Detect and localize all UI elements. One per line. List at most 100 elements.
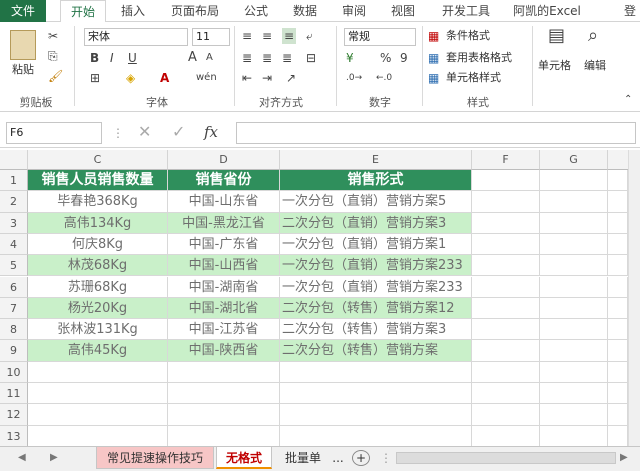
tab-page-layout[interactable]: 页面布局 (162, 0, 228, 22)
grid-cell[interactable] (608, 319, 628, 341)
table-format-button[interactable]: 套用表格格式 (446, 50, 512, 66)
grid-cell[interactable] (540, 383, 608, 405)
grid-cell[interactable] (168, 404, 280, 426)
data-cell[interactable]: 苏珊68Kg (28, 276, 168, 298)
grid-cell[interactable] (608, 383, 628, 405)
sheet-more-button[interactable]: ... (328, 447, 348, 469)
row-header[interactable]: 12 (0, 404, 28, 426)
align-center-icon[interactable]: ≣ (262, 50, 272, 66)
decrease-indent-icon[interactable]: ⇤ (242, 70, 252, 86)
column-header-c[interactable]: C (28, 150, 168, 170)
grid-cell[interactable] (280, 383, 472, 405)
grid-cell[interactable] (472, 383, 540, 405)
grid-cell[interactable] (168, 361, 280, 383)
add-sheet-button[interactable]: + (352, 450, 370, 466)
data-cell[interactable]: 张林波131Kg (28, 319, 168, 341)
grid-cell[interactable] (472, 191, 540, 213)
border-icon[interactable]: ⊞ (90, 70, 100, 86)
select-all-corner[interactable] (0, 150, 28, 170)
conditional-format-button[interactable]: 条件格式 (446, 28, 490, 44)
row-header[interactable]: 8 (0, 319, 28, 341)
data-cell[interactable]: 二次分包（转售）营销方案 (280, 340, 472, 362)
row-header[interactable]: 5 (0, 255, 28, 277)
grid-cell[interactable] (540, 233, 608, 256)
grid-cell[interactable] (472, 425, 540, 446)
tab-developer[interactable]: 开发工具 (434, 0, 498, 22)
wrap-text-icon[interactable]: ⤶ (306, 28, 313, 44)
grid-cell[interactable] (472, 212, 540, 234)
grid-cell[interactable] (540, 425, 608, 446)
grid-cell[interactable] (28, 404, 168, 426)
grid-cell[interactable] (608, 255, 628, 277)
sheet-tab-2[interactable]: 无格式 (216, 447, 272, 469)
copy-icon[interactable]: ⎘ (48, 48, 58, 64)
data-cell[interactable]: 中国-山东省 (168, 191, 280, 213)
underline-button[interactable]: U (128, 50, 137, 66)
grid-cell[interactable] (540, 212, 608, 234)
column-header-h[interactable] (608, 150, 628, 170)
data-cell[interactable]: 中国-黑龙江省 (168, 212, 280, 234)
data-cell[interactable]: 二次分包（直销）营销方案3 (280, 212, 472, 234)
grid-cell[interactable] (608, 212, 628, 234)
grid-cell[interactable] (28, 425, 168, 446)
grid-cell[interactable] (280, 404, 472, 426)
sheet-tab-3[interactable]: 批量单 (278, 447, 328, 469)
increase-indent-icon[interactable]: ⇥ (262, 70, 272, 86)
scroll-right-icon[interactable]: ▶ (620, 450, 628, 466)
row-header[interactable]: 10 (0, 361, 28, 383)
row-header[interactable]: 1 (0, 170, 28, 192)
row-header[interactable]: 3 (0, 212, 28, 234)
grid-cell[interactable] (28, 361, 168, 383)
data-cell[interactable]: 中国-广东省 (168, 233, 280, 256)
name-box[interactable]: F6 (6, 122, 102, 144)
row-header[interactable]: 4 (0, 233, 28, 256)
cells-button[interactable]: 单元格 (538, 58, 571, 74)
grid-cell[interactable] (608, 404, 628, 426)
grid-cell[interactable] (608, 191, 628, 213)
grid-cell[interactable] (540, 170, 608, 192)
grid-cell[interactable] (280, 425, 472, 446)
comma-button[interactable]: 9 (400, 50, 408, 66)
data-cell[interactable]: 一次分包（直销）营销方案1 (280, 233, 472, 256)
tab-custom[interactable]: 阿凯的Excel (508, 0, 586, 22)
grid-cell[interactable] (472, 170, 540, 192)
column-header-d[interactable]: D (168, 150, 280, 170)
row-header[interactable]: 2 (0, 191, 28, 213)
data-cell[interactable]: 二次分包（转售）营销方案3 (280, 319, 472, 341)
grid-cell[interactable] (540, 319, 608, 341)
data-cell[interactable]: 高伟134Kg (28, 212, 168, 234)
font-color-icon[interactable]: A (160, 70, 169, 86)
next-sheet-icon[interactable]: ▶ (50, 450, 58, 466)
tab-data[interactable]: 数据 (284, 0, 326, 22)
data-cell[interactable]: 二次分包（转售）营销方案12 (280, 297, 472, 320)
vertical-scrollbar[interactable] (628, 150, 640, 446)
font-size-select[interactable]: 11 (192, 28, 230, 46)
align-middle-icon[interactable]: ≡ (262, 28, 272, 44)
currency-icon[interactable]: ¥ (346, 50, 354, 66)
row-header[interactable]: 7 (0, 297, 28, 320)
grid-cell[interactable] (472, 255, 540, 277)
data-cell[interactable]: 一次分包（直销）营销方案233 (280, 255, 472, 277)
grid-cell[interactable] (472, 297, 540, 320)
data-cell[interactable]: 毕春艳368Kg (28, 191, 168, 213)
grid-cell[interactable] (608, 340, 628, 362)
header-cell[interactable]: 销售形式 (280, 170, 472, 192)
sheet-tab-1[interactable]: 常见提速操作技巧 (96, 447, 214, 469)
collapse-ribbon-icon[interactable]: ⌃ (624, 92, 632, 108)
format-painter-icon[interactable]: 🖌 (48, 68, 63, 84)
merge-center-icon[interactable]: ⊟ (306, 50, 316, 66)
grid-cell[interactable] (608, 233, 628, 256)
align-top-icon[interactable]: ≡ (242, 28, 252, 44)
data-cell[interactable]: 林茂68Kg (28, 255, 168, 277)
data-cell[interactable]: 杨光20Kg (28, 297, 168, 320)
row-header[interactable]: 13 (0, 425, 28, 446)
insert-function-button[interactable]: fx (204, 124, 218, 140)
grid-cell[interactable] (540, 297, 608, 320)
row-header[interactable]: 9 (0, 340, 28, 362)
grid-cell[interactable] (608, 297, 628, 320)
grid-cell[interactable] (540, 361, 608, 383)
decrease-decimal-icon[interactable]: ←.0 (376, 70, 392, 86)
header-cell[interactable]: 销售省份 (168, 170, 280, 192)
tab-view[interactable]: 视图 (382, 0, 424, 22)
grid-cell[interactable] (168, 383, 280, 405)
